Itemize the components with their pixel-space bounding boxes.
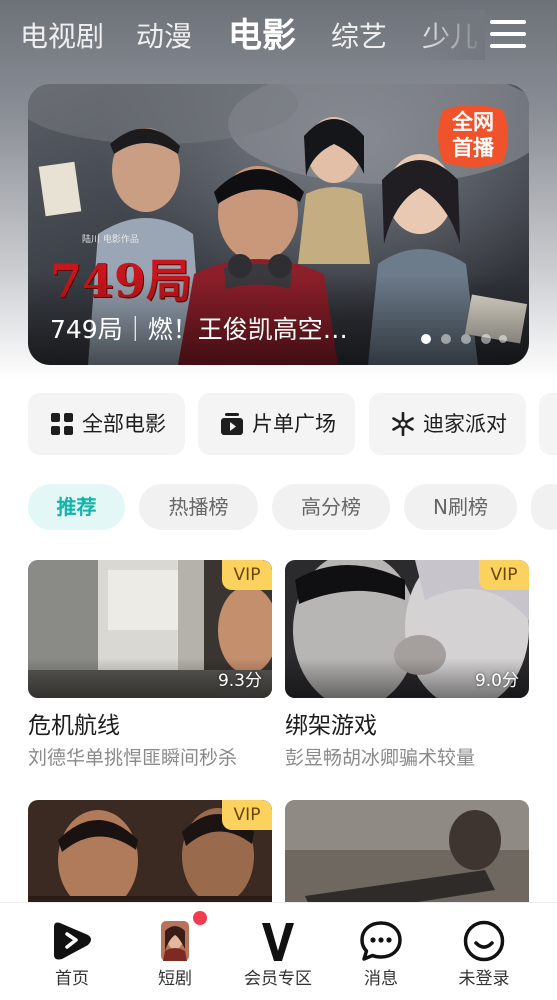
filter-chip-more[interactable]: [531, 484, 557, 530]
premiere-badge-line2: 首播: [452, 136, 494, 160]
category-tab-tv[interactable]: 电视剧: [20, 20, 104, 54]
all-movies-label: 全部电影: [82, 412, 166, 436]
featured-banner[interactable]: 陆川 电影作品 749局 全网 首播 749局｜燃！王俊凯高空…: [28, 84, 529, 365]
filter-chip-row: 推荐 热播榜 高分榜 N刷榜: [28, 484, 557, 530]
disney-party-button[interactable]: 迪家派对: [369, 393, 526, 455]
movie-card[interactable]: VIP 9.0分 绑架游戏 彭昱畅胡冰卿骗术较量: [285, 560, 529, 776]
vip-badge: VIP: [222, 560, 272, 590]
banner-dot-2[interactable]: [441, 334, 451, 344]
message-bubble-icon: [360, 921, 402, 961]
disney-party-label: 迪家派对: [423, 412, 507, 436]
more-entry-button[interactable]: [539, 393, 557, 455]
playlist-square-label: 片单广场: [252, 412, 336, 436]
playlist-square-button[interactable]: 片单广场: [198, 393, 355, 455]
premiere-badge-line1: 全网: [452, 110, 494, 134]
category-tab-anime[interactable]: 动漫: [136, 20, 192, 54]
movie-card[interactable]: VIP 9.3分 危机航线 刘德华单挑悍匪瞬间秒杀: [28, 560, 272, 776]
tab-home-label: 首页: [55, 969, 89, 989]
filter-chip-top-rated[interactable]: 高分榜: [272, 484, 390, 530]
notification-dot: [193, 911, 207, 925]
movie-poster: VIP 9.3分: [28, 560, 272, 698]
grid-icon: [51, 413, 73, 435]
filter-chip-recommended[interactable]: 推荐: [28, 484, 125, 530]
premiere-badge: 全网 首播: [433, 102, 513, 170]
tab-short-drama[interactable]: 短剧: [125, 903, 225, 1000]
tab-messages[interactable]: 消息: [331, 903, 431, 1000]
tab-vip-zone-label: 会员专区: [244, 969, 312, 989]
category-tab-variety[interactable]: 综艺: [331, 20, 387, 54]
category-fade: [415, 10, 485, 60]
snowflake-icon: [392, 412, 414, 436]
category-tab-movie[interactable]: 电影: [228, 16, 296, 56]
play-logo-icon: [54, 922, 91, 960]
banner-dot-1[interactable]: [421, 334, 431, 344]
tab-home[interactable]: 首页: [22, 903, 122, 1000]
all-movies-button[interactable]: 全部电影: [28, 393, 185, 455]
movie-title: 绑架游戏: [285, 713, 377, 739]
movie-card[interactable]: VIP: [28, 800, 272, 902]
movie-title: 危机航线: [28, 713, 120, 739]
tab-profile[interactable]: 未登录: [434, 903, 534, 1000]
banner-dot-3[interactable]: [461, 334, 471, 344]
movie-poster: VIP: [28, 800, 272, 902]
vip-v-icon: [262, 923, 294, 961]
filter-chip-rewatch[interactable]: N刷榜: [404, 484, 517, 530]
movie-score: 9.0分: [474, 671, 519, 691]
category-nav: 电视剧 动漫 电影 综艺 少儿: [0, 0, 557, 75]
banner-caption: 749局｜燃！王俊凯高空…: [50, 315, 348, 344]
banner-poster-credit: 陆川 电影作品: [82, 235, 139, 245]
movie-subtitle: 刘德华单挑悍匪瞬间秒杀: [28, 747, 238, 769]
movie-score: 9.3分: [217, 671, 262, 691]
tab-profile-label: 未登录: [458, 969, 510, 989]
filter-chip-trending[interactable]: 热播榜: [139, 484, 258, 530]
banner-dot-4[interactable]: [481, 334, 491, 344]
bottom-tab-bar: 首页 短剧 会员专区 消息 未登录: [0, 902, 557, 1000]
hamburger-menu-icon[interactable]: [488, 18, 528, 50]
banner-dot-5[interactable]: [499, 335, 507, 343]
movie-poster: VIP 9.0分: [285, 560, 529, 698]
tab-vip-zone[interactable]: 会员专区: [228, 903, 328, 1000]
tab-short-drama-label: 短剧: [158, 969, 192, 989]
movie-card[interactable]: [285, 800, 529, 902]
quick-entry-row: 全部电影 片单广场 迪家派对: [28, 393, 557, 455]
user-smile-icon: [463, 920, 505, 962]
movie-poster: [285, 800, 529, 902]
vip-badge: VIP: [222, 800, 272, 830]
movie-poster-art: [285, 800, 529, 902]
playlist-icon: [221, 413, 243, 435]
tab-messages-label: 消息: [364, 969, 398, 989]
vip-badge: VIP: [479, 560, 529, 590]
banner-pagination: [421, 332, 511, 346]
movie-subtitle: 彭昱畅胡冰卿骗术较量: [285, 747, 476, 769]
short-drama-thumbnail-icon: [161, 921, 189, 961]
